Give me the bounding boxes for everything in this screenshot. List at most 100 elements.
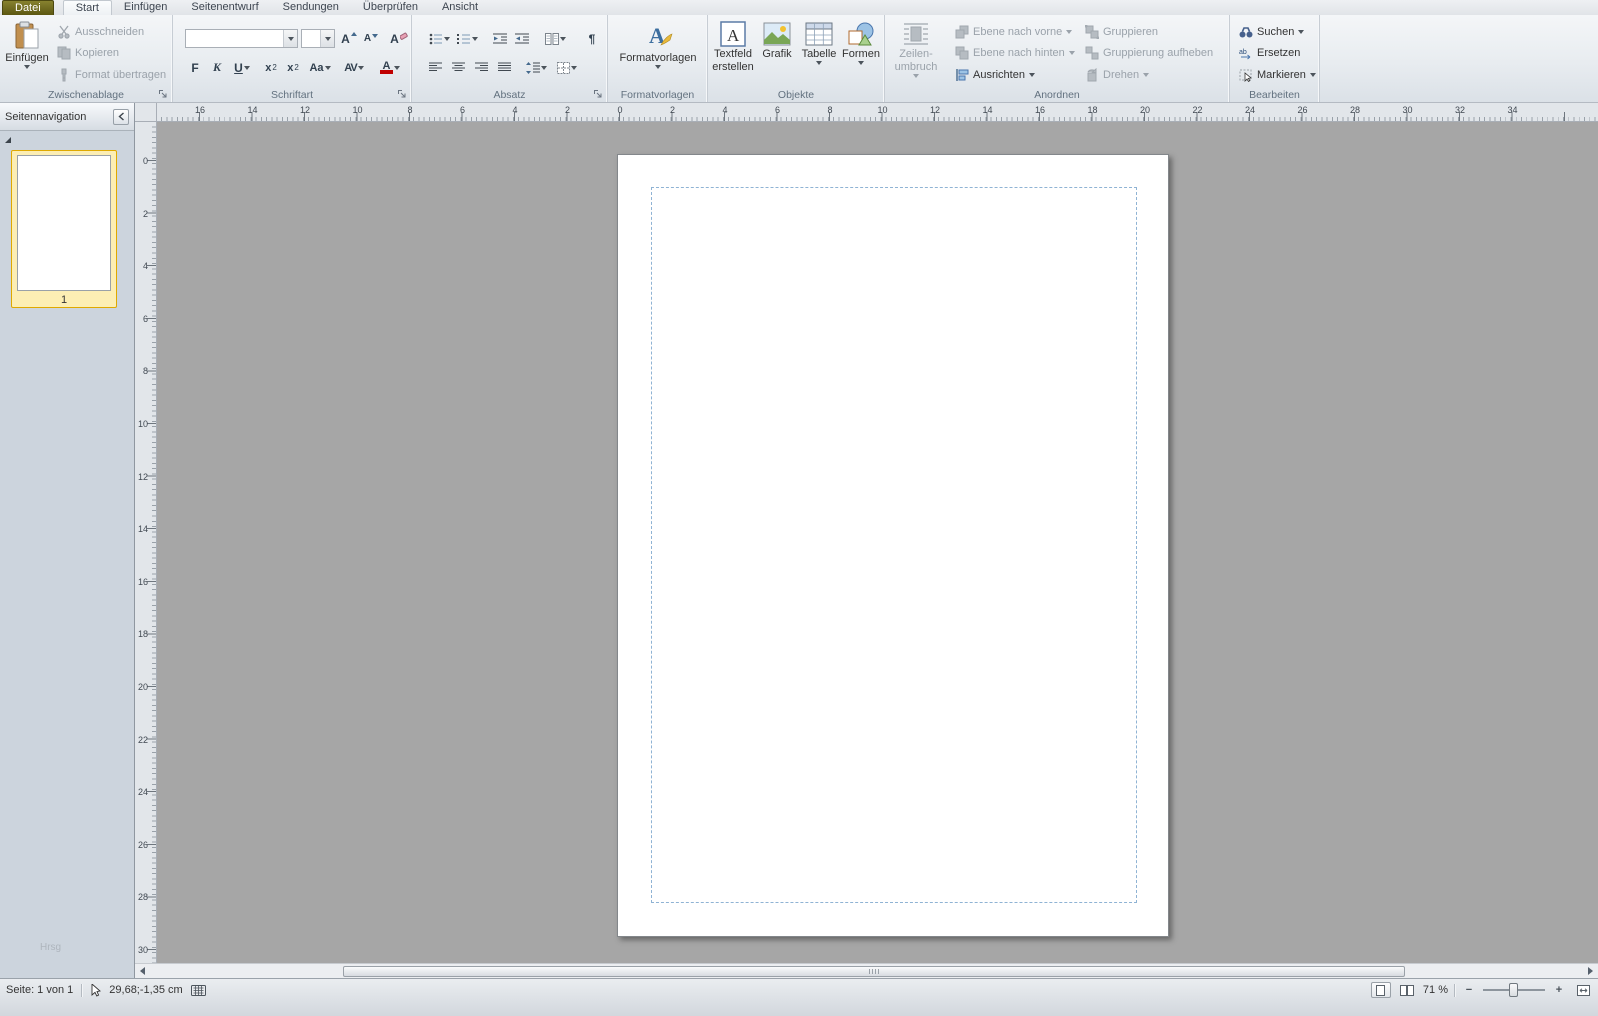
group-label: Gruppieren	[1103, 26, 1158, 38]
ruler-number: 18	[135, 629, 148, 639]
font-name-combo[interactable]	[185, 29, 298, 48]
send-backward-button[interactable]: Ebene nach hinten	[951, 43, 1079, 63]
select-cursor-icon	[1239, 69, 1253, 82]
find-button[interactable]: Suchen	[1235, 22, 1308, 42]
format-painter-button[interactable]: Format übertragen	[53, 65, 170, 85]
align-center-icon	[452, 62, 465, 73]
ruler-number: 8	[827, 105, 832, 115]
picture-button[interactable]: Grafik	[757, 17, 797, 88]
line-spacing-button[interactable]	[523, 58, 549, 77]
bold-button[interactable]: F	[185, 58, 205, 77]
shapes-button[interactable]: Formen	[841, 17, 881, 88]
increase-indent-button[interactable]	[512, 29, 532, 48]
scrollbar-grip-icon	[869, 969, 879, 974]
rotate-button[interactable]: Drehen	[1081, 65, 1153, 85]
publication-page[interactable]	[617, 154, 1169, 937]
character-spacing-glyph: AV	[344, 62, 356, 74]
subscript-glyph: x	[265, 62, 271, 74]
font-name-dropdown[interactable]	[283, 30, 297, 47]
tab-ueberpruefen[interactable]: Überprüfen	[351, 0, 430, 15]
select-button[interactable]: Markieren	[1235, 65, 1320, 85]
align-left-button[interactable]	[425, 58, 445, 77]
workspace-canvas[interactable]	[157, 122, 1598, 963]
page-status[interactable]: Seite: 1 von 1	[6, 984, 73, 996]
font-color-dropdown-arrow	[394, 66, 400, 70]
character-spacing-button[interactable]: AV	[341, 58, 367, 77]
tab-sendungen[interactable]: Sendungen	[271, 0, 351, 15]
bullets-button[interactable]	[426, 29, 452, 48]
align-objects-button[interactable]: Ausrichten	[951, 65, 1039, 85]
grow-font-button[interactable]: A	[339, 29, 359, 48]
two-page-spread-button[interactable]	[1397, 982, 1417, 998]
draw-textbox-button[interactable]: A Textfeld erstellen	[711, 17, 755, 88]
columns-button[interactable]	[542, 29, 568, 48]
tab-start[interactable]: Start	[63, 0, 112, 15]
superscript-button[interactable]: x2	[283, 58, 303, 77]
tab-datei[interactable]: Datei	[2, 0, 54, 15]
scroll-left-button[interactable]	[135, 964, 150, 978]
styles-button[interactable]: A Formatvorlagen	[618, 17, 698, 88]
vertical-ruler[interactable]: 024681012141618202224262830	[135, 122, 157, 963]
font-group-label: Schriftart	[173, 89, 411, 101]
scrollbar-thumb[interactable]	[343, 966, 1405, 977]
formatting-marks-button[interactable]: ¶	[582, 29, 602, 48]
tab-seitenentwurf[interactable]: Seitenentwurf	[179, 0, 270, 15]
shapes-dropdown-arrow	[858, 61, 864, 65]
collapse-pane-button[interactable]	[113, 109, 129, 125]
ungroup-button[interactable]: Gruppierung aufheben	[1081, 43, 1217, 63]
single-page-view-button[interactable]	[1371, 982, 1391, 998]
tab-ansicht[interactable]: Ansicht	[430, 0, 490, 15]
ruler-number: 12	[135, 472, 148, 482]
page-navigation-header: Seitennavigation	[0, 103, 134, 131]
horizontal-ruler[interactable]: 1614121086420246810121416182022242628303…	[157, 103, 1598, 122]
fit-page-button[interactable]	[1573, 982, 1593, 998]
justify-button[interactable]	[494, 58, 514, 77]
line-spacing-dropdown-arrow	[541, 66, 547, 70]
zoom-out-button[interactable]: −	[1461, 982, 1477, 998]
font-color-button[interactable]: A	[377, 58, 403, 77]
paste-button[interactable]: Einfügen	[4, 17, 50, 88]
decrease-indent-button[interactable]	[490, 29, 510, 48]
align-center-button[interactable]	[448, 58, 468, 77]
ruler-number: 28	[135, 892, 148, 902]
align-right-button[interactable]	[471, 58, 491, 77]
zoom-level[interactable]: 71 %	[1423, 984, 1448, 996]
expand-marker-icon[interactable]	[5, 137, 11, 143]
borders-button[interactable]	[554, 58, 580, 77]
change-case-glyph: Aa	[309, 62, 323, 74]
group-button[interactable]: Gruppieren	[1081, 22, 1162, 42]
text-wrap-button[interactable]: Zeilen- umbruch	[888, 17, 944, 88]
cut-button[interactable]: Ausschneiden	[53, 22, 148, 42]
numbering-button[interactable]	[454, 29, 480, 48]
cursor-position-value[interactable]: 29,68;-1,35 cm	[109, 984, 182, 996]
ruler-number: 24	[1245, 105, 1255, 115]
clear-formatting-button[interactable]: A	[389, 29, 409, 48]
page-navigation-title: Seitennavigation	[5, 111, 86, 123]
replace-button[interactable]: ab Ersetzen	[1235, 43, 1304, 63]
zoom-in-button[interactable]: +	[1551, 982, 1567, 998]
shrink-font-button[interactable]: A	[361, 29, 381, 48]
increase-indent-icon	[515, 33, 529, 45]
scroll-right-button[interactable]	[1583, 964, 1598, 978]
align-objects-label: Ausrichten	[973, 69, 1025, 81]
table-button[interactable]: Tabelle	[799, 17, 839, 88]
zoom-slider[interactable]	[1483, 982, 1545, 998]
horizontal-scrollbar[interactable]	[135, 963, 1598, 978]
ruler-number: 8	[407, 105, 412, 115]
change-case-button[interactable]: Aa	[307, 58, 333, 77]
italic-button[interactable]: K	[207, 58, 227, 77]
copy-button[interactable]: Kopieren	[53, 43, 123, 63]
picture-icon	[763, 21, 791, 47]
zoom-slider-thumb[interactable]	[1509, 983, 1518, 997]
font-size-combo[interactable]	[301, 29, 335, 48]
underline-button[interactable]: U	[229, 58, 255, 77]
ruler-number: 18	[1087, 105, 1097, 115]
fit-page-icon	[1577, 985, 1590, 996]
superscript-glyph: x	[287, 62, 293, 74]
font-size-dropdown[interactable]	[320, 30, 334, 47]
page-thumbnail-selected[interactable]: 1	[11, 150, 117, 308]
subscript-button[interactable]: x2	[261, 58, 281, 77]
bring-forward-button[interactable]: Ebene nach vorne	[951, 22, 1076, 42]
bold-glyph: F	[191, 61, 198, 75]
tab-einfuegen[interactable]: Einfügen	[112, 0, 179, 15]
